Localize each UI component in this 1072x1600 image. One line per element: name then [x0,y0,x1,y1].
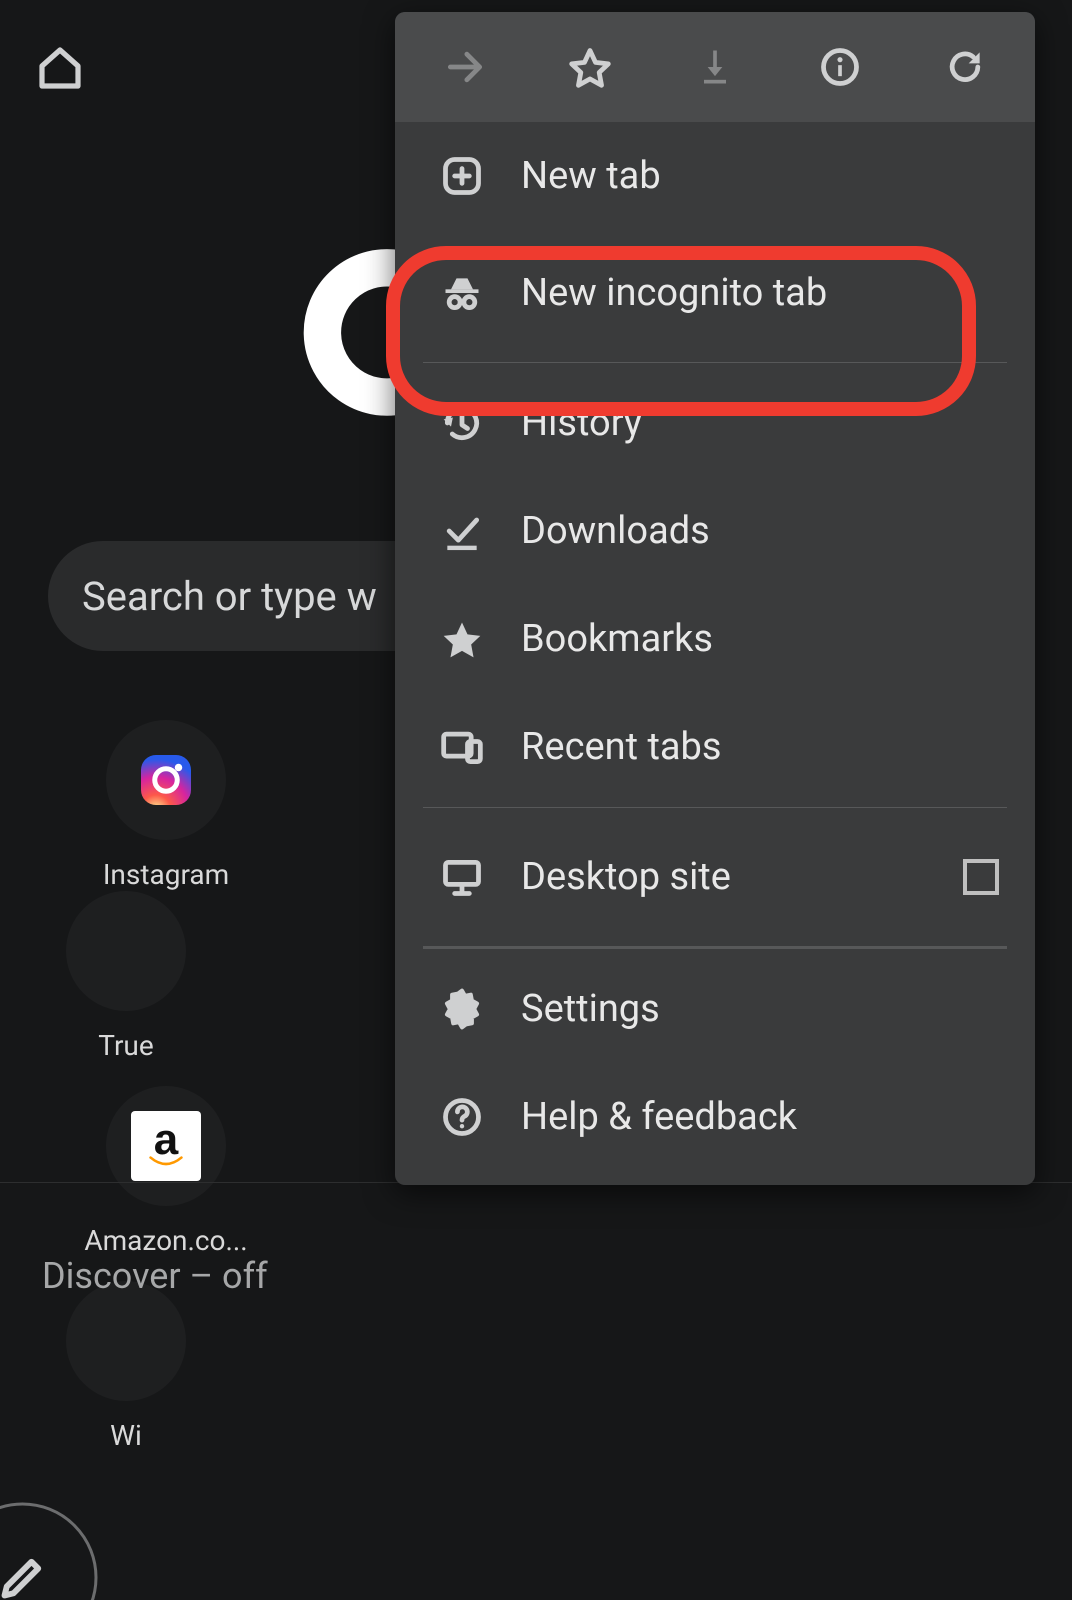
menu-item-desktop-site[interactable]: Desktop site [395,814,1035,940]
plus-square-icon [433,154,491,198]
bookmark-button[interactable] [560,37,620,97]
menu-separator [423,807,1007,808]
history-icon [433,401,491,445]
menu-item-settings[interactable]: Settings [395,955,1035,1063]
download-button[interactable] [685,37,745,97]
menu-item-recent-tabs[interactable]: Recent tabs [395,693,1035,801]
menu-item-new-tab[interactable]: New tab [395,122,1035,230]
shortcut-amazon[interactable]: a Amazon.co... [66,1086,266,1257]
instagram-icon [106,720,226,840]
monitor-icon [433,855,491,899]
reload-button[interactable] [935,37,995,97]
menu-label: Downloads [521,509,710,553]
customize-fab[interactable] [0,1503,98,1600]
shortcut-grid: Instagram True a Amazon.co... Wi [66,720,386,1452]
shortcut-label: Instagram [103,858,229,891]
shortcut-truecaller[interactable]: True [66,891,186,1062]
menu-label: History [521,401,642,445]
menu-label: Recent tabs [521,725,722,769]
amazon-icon: a [106,1086,226,1206]
menu-separator [423,362,1007,363]
menu-item-history[interactable]: History [395,369,1035,477]
search-placeholder: Search or type w [82,573,377,620]
wikipedia-icon [66,1281,186,1401]
discover-status[interactable]: Discover – off [42,1255,268,1297]
forward-button[interactable] [435,37,495,97]
menu-label: Help & feedback [521,1095,797,1139]
menu-item-help[interactable]: Help & feedback [395,1063,1035,1171]
shortcut-wikipedia[interactable]: Wi [66,1281,186,1452]
download-done-icon [433,509,491,553]
shortcut-instagram[interactable]: Instagram [66,720,266,891]
menu-item-incognito[interactable]: New incognito tab [395,230,1035,356]
shortcut-label: Wi [110,1419,142,1452]
info-button[interactable] [810,37,870,97]
home-button[interactable] [0,30,120,106]
pencil-icon [0,1551,50,1600]
download-icon [693,45,737,89]
overflow-menu: New tab New incognito tab History Downlo… [395,12,1035,1185]
menu-separator [423,946,1007,949]
gear-icon [433,987,491,1031]
menu-label: New incognito tab [521,271,827,315]
menu-label: Desktop site [521,855,731,899]
menu-label: Settings [521,987,660,1031]
star-outline-icon [568,45,612,89]
info-icon [818,45,862,89]
truecaller-icon [66,891,186,1011]
menu-label: New tab [521,154,661,198]
help-icon [433,1095,491,1139]
shortcut-label: Amazon.co... [84,1224,247,1257]
menu-label: Bookmarks [521,617,713,661]
home-icon [36,44,84,92]
forward-icon [443,45,487,89]
devices-icon [433,725,491,769]
menu-item-bookmarks[interactable]: Bookmarks [395,585,1035,693]
menu-item-downloads[interactable]: Downloads [395,477,1035,585]
star-filled-icon [433,617,491,661]
menu-toolbar [395,12,1035,122]
shortcut-label: True [98,1029,153,1062]
reload-icon [943,45,987,89]
incognito-icon [433,271,491,315]
desktop-site-checkbox[interactable] [963,859,999,895]
